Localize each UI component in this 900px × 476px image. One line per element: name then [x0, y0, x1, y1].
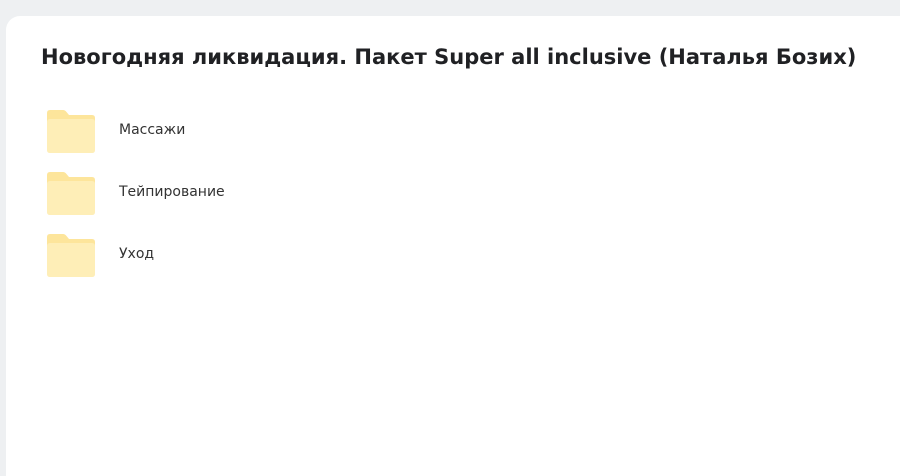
folder-item-ukhod[interactable]: Уход: [46, 233, 346, 281]
folder-label: Тейпирование: [119, 184, 225, 200]
folder-item-teipirovanie[interactable]: Тейпирование: [46, 171, 346, 219]
folder-item-massazhi[interactable]: Массажи: [46, 109, 346, 157]
folder-icon: [46, 171, 96, 217]
folder-icon: [46, 109, 96, 155]
page-title: Новогодняя ликвидация. Пакет Super all i…: [41, 45, 857, 69]
content-panel: Новогодняя ликвидация. Пакет Super all i…: [6, 16, 900, 476]
folder-label: Массажи: [119, 122, 186, 138]
folder-label: Уход: [119, 246, 155, 262]
folder-icon: [46, 233, 96, 279]
